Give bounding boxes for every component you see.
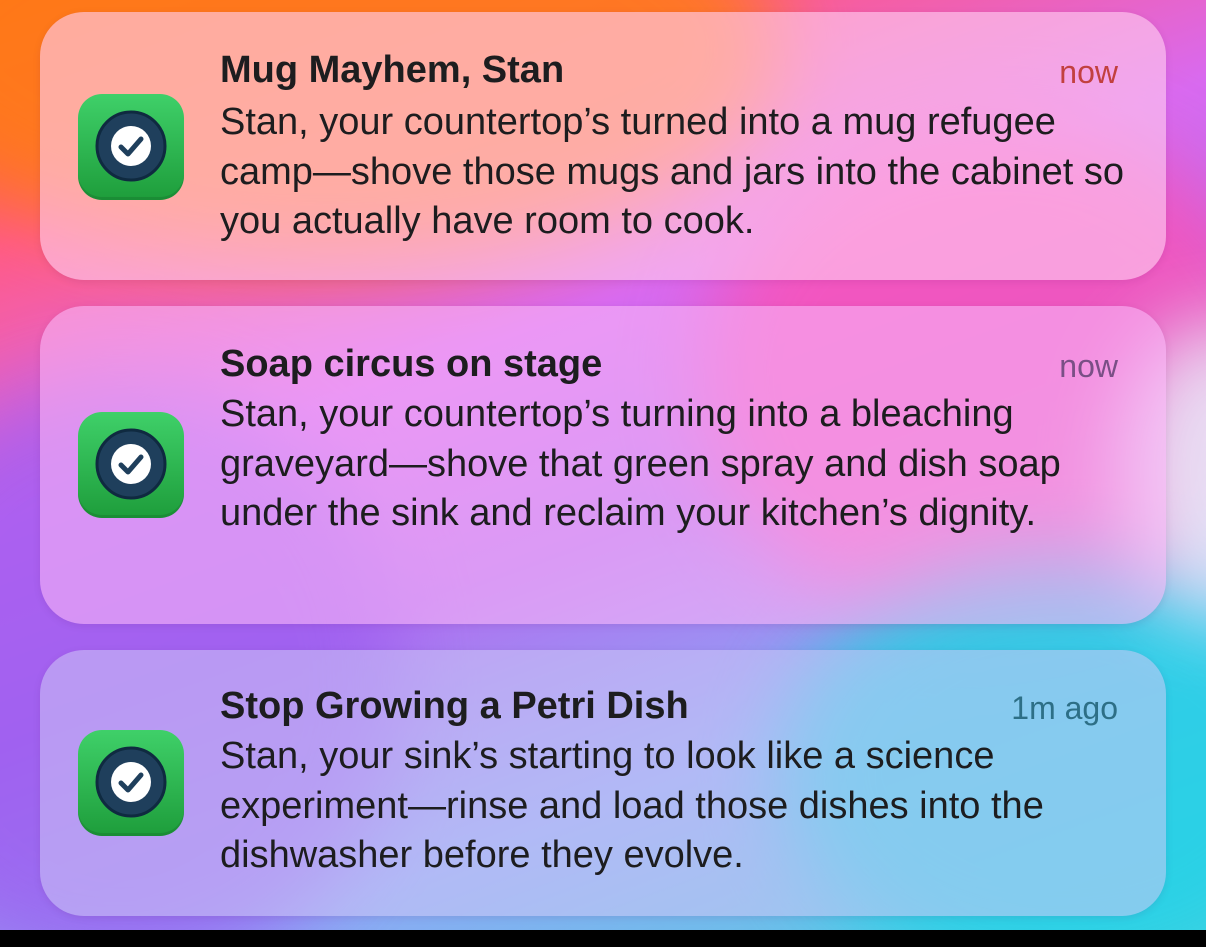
notification-card[interactable]: Soap circus on stage now Stan, your coun…	[40, 306, 1166, 624]
notification-body: Stan, your countertop’s turning into a b…	[220, 393, 1061, 534]
notification-timestamp: now	[1059, 348, 1118, 384]
checkmark-app-icon[interactable]	[78, 94, 184, 200]
checkmark-icon	[95, 110, 167, 182]
notification-title: Stop Growing a Petri Dish	[220, 685, 689, 727]
notification-body: Stan, your countertop’s turned into a mu…	[220, 101, 1125, 242]
notification-title: Soap circus on stage	[220, 343, 603, 385]
notification-card[interactable]: Stop Growing a Petri Dish 1m ago Stan, y…	[40, 650, 1166, 916]
checkmark-icon	[95, 428, 167, 500]
checkmark-icon	[95, 746, 167, 818]
notification-timestamp: 1m ago	[1011, 690, 1118, 726]
checkmark-app-icon[interactable]	[78, 412, 184, 518]
notification-body: Stan, your sink’s starting to look like …	[220, 735, 1044, 876]
notification-card[interactable]: Mug Mayhem, Stan now Stan, your countert…	[40, 12, 1166, 280]
notification-timestamp: now	[1059, 54, 1118, 90]
checkmark-app-icon[interactable]	[78, 730, 184, 836]
notification-title: Mug Mayhem, Stan	[220, 49, 565, 91]
